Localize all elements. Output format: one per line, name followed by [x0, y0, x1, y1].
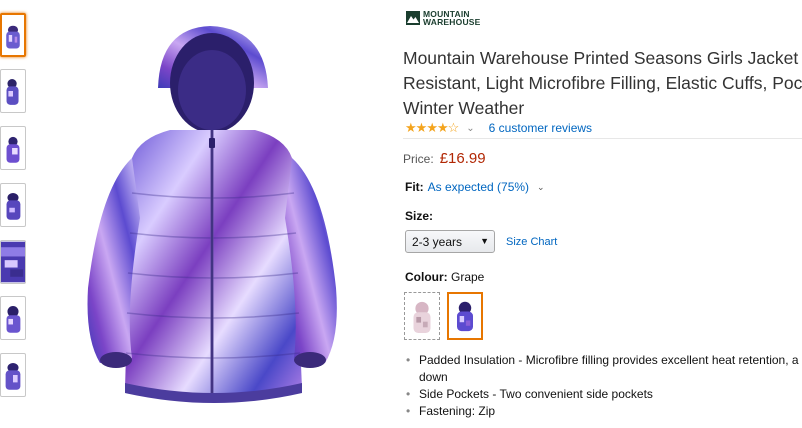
star-rating[interactable]: ★★★★☆ [405, 120, 460, 136]
dropdown-arrow-icon: ▼ [480, 236, 489, 246]
list-item: Padded Insulation - Microfibre filling p… [405, 352, 802, 369]
size-selected-value: 2-3 years [412, 234, 463, 249]
divider [403, 138, 802, 139]
price-label: Price: [403, 152, 434, 166]
mountain-logo-icon [406, 11, 420, 25]
star-icon: ★ [415, 120, 428, 135]
feature-bullets: Padded Insulation - Microfibre filling p… [405, 352, 802, 420]
fit-label: Fit: [405, 180, 424, 194]
thumbnail-5[interactable] [0, 240, 26, 284]
brand-logo[interactable]: MOUNTAIN WAREHOUSE [406, 10, 523, 26]
colour-value: Grape [451, 270, 485, 284]
thumbnail-2[interactable] [0, 69, 26, 113]
star-empty-icon: ☆ [447, 120, 460, 135]
star-icon: ★ [436, 120, 449, 135]
price-row: Price: £16.99 [403, 150, 486, 167]
product-title-line1: Mountain Warehouse Printed Seasons Girls… [403, 48, 802, 68]
customer-reviews-link[interactable]: 6 customer reviews [489, 121, 592, 135]
size-dropdown[interactable]: 2-3 years ▼ [405, 230, 495, 253]
thumbnail-7[interactable] [0, 353, 26, 397]
fit-value-link[interactable]: As expected (75%) [428, 180, 529, 194]
thumbnail-3[interactable] [0, 126, 26, 170]
rating-row: ★★★★☆ ⌄ 6 customer reviews [405, 120, 592, 136]
star-icon: ★ [405, 120, 417, 135]
chevron-down-icon[interactable]: ⌄ [537, 182, 545, 193]
star-icon: ★ [426, 120, 438, 135]
fit-row: Fit: As expected (75%) ⌄ [405, 180, 545, 194]
colour-swatch-pink[interactable] [404, 292, 440, 340]
price-value: £16.99 [439, 150, 486, 167]
colour-row: Colour: Grape [405, 270, 484, 284]
list-item: Fastening: Zip [405, 403, 802, 420]
product-title-line3: Winter Weather [403, 98, 525, 118]
list-item: Side Pockets - Two convenient side pocke… [405, 386, 802, 403]
product-title: Mountain Warehouse Printed Seasons Girls… [403, 46, 802, 121]
colour-swatch-grape[interactable] [447, 292, 483, 340]
product-main-image[interactable] [70, 18, 360, 418]
chevron-down-icon[interactable]: ⌄ [466, 123, 474, 134]
list-item-continuation: down [419, 370, 448, 384]
thumbnail-6[interactable] [0, 296, 26, 340]
size-label: Size: [405, 209, 434, 223]
product-title-line2: Resistant, Light Microfibre Filling, Ela… [403, 73, 802, 93]
thumbnail-4[interactable] [0, 183, 26, 227]
size-chart-link[interactable]: Size Chart [506, 236, 557, 248]
colour-label: Colour: [405, 270, 448, 284]
brand-logo-line2: WAREHOUSE [423, 17, 481, 27]
thumbnail-1[interactable] [0, 13, 26, 57]
